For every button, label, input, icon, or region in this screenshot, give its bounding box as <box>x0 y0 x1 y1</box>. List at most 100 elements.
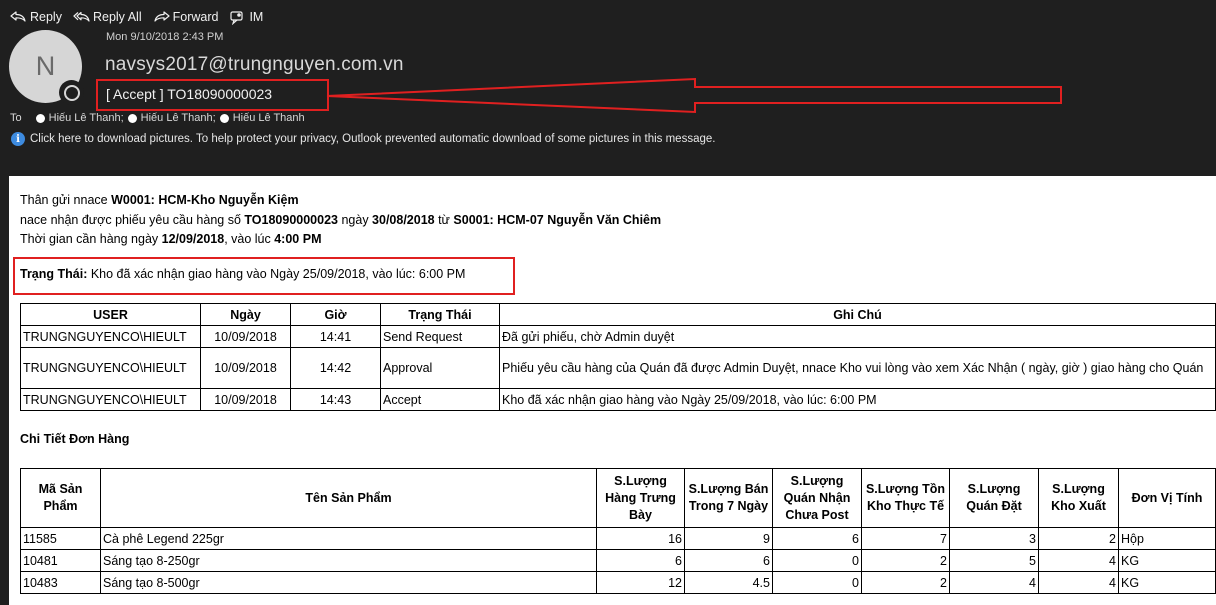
need-time: 4:00 PM <box>274 232 322 246</box>
warehouse-name: W0001: HCM-Kho Nguyễn Kiệm <box>111 193 299 207</box>
intro-text: Thân gửi nnace W0001: HCM-Kho Nguyễn Kiệ… <box>20 191 661 250</box>
table-cell: 4 <box>949 571 1039 594</box>
download-pictures-bar[interactable]: i Click here to download pictures. To he… <box>11 132 715 146</box>
table-cell: 10481 <box>20 549 101 572</box>
presence-dot-icon <box>127 113 137 123</box>
table-cell: 11585 <box>20 527 101 550</box>
column-header: Mã Sản Phẩm <box>20 468 101 528</box>
table-cell: TRUNGNGUYENCO\HIEULT <box>20 347 201 389</box>
table-cell: Send Request <box>380 325 500 348</box>
table-cell: 6 <box>596 549 685 572</box>
recipient-name: Hiếu Lê Thanh; <box>140 112 216 124</box>
table-row: 11585 Cà phê Legend 225gr 16 9 6 7 3 2 H… <box>20 527 1216 550</box>
table-cell: Approval <box>380 347 500 389</box>
column-header: S.Lượng Hàng Trưng Bày <box>596 468 685 528</box>
table-cell: 14:41 <box>290 325 381 348</box>
order-details-title: Chi Tiết Đơn Hàng <box>20 432 130 446</box>
table-cell: 6 <box>772 527 862 550</box>
column-header: S.Lượng Kho Xuất <box>1038 468 1119 528</box>
recipient-name: Hiếu Lê Thanh <box>232 112 305 124</box>
forward-button[interactable]: Forward <box>153 10 218 25</box>
sender-address[interactable]: navsys2017@trungnguyen.com.vn <box>105 54 404 76</box>
table-cell: 4.5 <box>684 571 773 594</box>
recipient-name: Hiếu Lê Thanh; <box>48 112 124 124</box>
status-line: Trạng Thái: Kho đã xác nhận giao hàng và… <box>20 267 465 281</box>
im-button[interactable]: IM <box>229 10 263 25</box>
column-header: S.Lượng Tồn Kho Thực Tế <box>861 468 950 528</box>
table-header-row: USER Ngày Giờ Trạng Thái Ghi Chú <box>20 303 1216 326</box>
table-row: 10481 Sáng tạo 8-250gr 6 6 0 2 5 4 KG <box>20 549 1216 572</box>
avatar-initial: N <box>35 51 56 81</box>
im-icon <box>230 10 244 25</box>
reply-all-label: Reply All <box>92 10 142 24</box>
need-time-text: , vào lúc <box>224 232 275 246</box>
request-date: 30/08/2018 <box>372 212 435 227</box>
table-cell: 5 <box>949 549 1039 572</box>
table-cell: 7 <box>861 527 950 550</box>
table-cell: Accept <box>380 388 500 411</box>
table-row: TRUNGNGUYENCO\HIEULT 10/09/2018 14:43 Ac… <box>20 388 1216 411</box>
request-text: từ <box>434 212 454 227</box>
status-label: Trạng Thái: <box>20 267 88 281</box>
table-cell: TRUNGNGUYENCO\HIEULT <box>20 388 201 411</box>
download-pictures-text: Click here to download pictures. To help… <box>30 133 716 145</box>
reply-label: Reply <box>30 10 62 24</box>
request-text: ngày <box>337 212 373 227</box>
presence-dot-icon <box>219 113 229 123</box>
greeting-line: Thân gửi nnace W0001: HCM-Kho Nguyễn Kiệ… <box>20 191 661 211</box>
recipient[interactable]: Hiếu Lê Thanh; <box>35 112 124 124</box>
table-cell: TRUNGNGUYENCO\HIEULT <box>20 325 201 348</box>
table-cell: 0 <box>772 571 862 594</box>
table-cell: 0 <box>772 549 862 572</box>
column-header: S.Lượng Quán Nhận Chưa Post <box>772 468 862 528</box>
reply-all-icon <box>73 11 90 22</box>
reply-all-button[interactable]: Reply All <box>73 10 142 25</box>
column-header: Trạng Thái <box>380 303 500 326</box>
need-time-line: Thời gian cần hàng ngày 12/09/2018, vào … <box>20 230 661 250</box>
table-cell: KG <box>1118 549 1216 572</box>
history-table: USER Ngày Giờ Trạng Thái Ghi Chú TRUNGNG… <box>20 303 1216 411</box>
table-cell: 2 <box>1038 527 1119 550</box>
column-header: S.Lượng Quán Đặt <box>949 468 1039 528</box>
table-row: TRUNGNGUYENCO\HIEULT 10/09/2018 14:42 Ap… <box>20 347 1216 389</box>
table-cell: 16 <box>596 527 685 550</box>
request-source: S0001: HCM-07 Nguyễn Văn Chiêm <box>453 212 662 227</box>
table-cell: 10/09/2018 <box>200 388 291 411</box>
column-header: Ngày <box>200 303 291 326</box>
table-cell: KG <box>1118 571 1216 594</box>
request-line: nace nhận được phiếu yêu cầu hàng số TO1… <box>20 211 661 231</box>
request-number: TO18090000023 <box>244 212 338 227</box>
reply-icon <box>10 10 26 22</box>
recipient[interactable]: Hiếu Lê Thanh; <box>127 112 216 124</box>
table-cell: 2 <box>861 549 950 572</box>
table-cell: 10/09/2018 <box>200 347 291 389</box>
recipient[interactable]: Hiếu Lê Thanh <box>219 112 305 124</box>
message-body: Thân gửi nnace W0001: HCM-Kho Nguyễn Kiệ… <box>9 176 1216 605</box>
table-cell: 4 <box>1038 571 1119 594</box>
column-header: Tên Sản Phẩm <box>100 468 597 528</box>
subject-highlight-box <box>96 79 329 111</box>
table-cell: Sáng tạo 8-250gr <box>100 549 597 572</box>
table-cell: Sáng tạo 8-500gr <box>100 571 597 594</box>
table-cell: 12 <box>596 571 685 594</box>
message-date: Mon 9/10/2018 2:43 PM <box>106 31 224 43</box>
status-text: Kho đã xác nhận giao hàng vào Ngày 25/09… <box>87 267 466 281</box>
recipients-row: To Hiếu Lê Thanh; Hiếu Lê Thanh; Hiếu Lê… <box>10 112 309 124</box>
column-header: USER <box>20 303 201 326</box>
column-header: S.Lượng Bán Trong 7 Ngày <box>684 468 773 528</box>
table-cell: 10483 <box>20 571 101 594</box>
reply-button[interactable]: Reply <box>10 10 62 25</box>
table-cell: 14:42 <box>290 347 381 389</box>
table-cell: Phiếu yêu cầu hàng của Quán đã được Admi… <box>499 347 1216 389</box>
column-header: Giờ <box>290 303 381 326</box>
request-text: nace nhận được phiếu yêu cầu hàng số <box>20 212 245 227</box>
forward-icon <box>154 10 170 22</box>
column-header: Đơn Vị Tính <box>1118 468 1216 528</box>
table-cell: Hộp <box>1118 527 1216 550</box>
table-cell: 3 <box>949 527 1039 550</box>
table-row: 10483 Sáng tạo 8-500gr 12 4.5 0 2 4 4 KG <box>20 571 1216 594</box>
im-label: IM <box>249 10 264 24</box>
reading-toolbar: Reply Reply All Forward IM <box>0 0 274 34</box>
order-items-table: Mã Sản Phẩm Tên Sản Phẩm S.Lượng Hàng Tr… <box>20 468 1216 594</box>
annotation-arrow-icon <box>326 77 1062 114</box>
